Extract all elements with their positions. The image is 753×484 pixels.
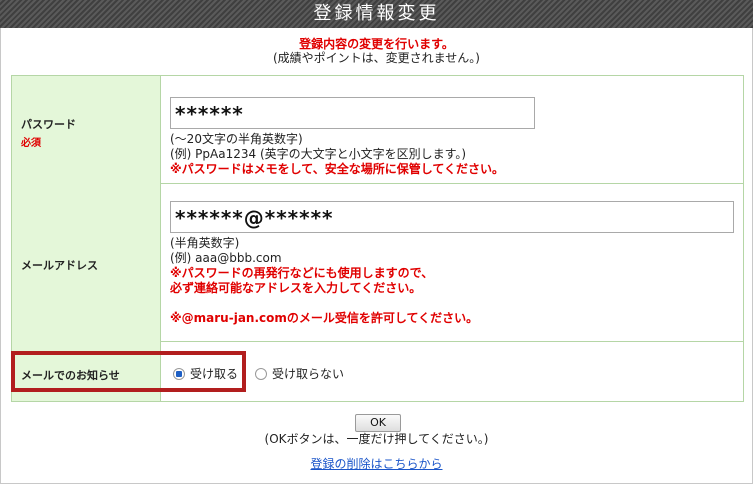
sub-notice-text: (成績やポイントは、変更されません。) xyxy=(272,51,480,65)
email-warning-domain: ※@maru-jan.comのメール受信を許可してください。 xyxy=(170,311,479,325)
ok-note: (OKボタンは、一度だけ押してください。) xyxy=(264,432,489,446)
delete-registration-link-wrap: 登録の削除はこちらから xyxy=(0,455,753,472)
email-label: メールアドレス xyxy=(21,259,98,272)
password-input[interactable]: ****** xyxy=(170,97,535,129)
radio-not-receive-label[interactable]: 受け取らない xyxy=(272,367,344,381)
password-note-example: (例) PpAa1234 (英字の大文字と小文字を区別します。) xyxy=(170,147,467,161)
password-warning: ※パスワードはメモをして、安全な場所に保管してください。 xyxy=(170,162,504,176)
radio-not-receive[interactable] xyxy=(255,368,267,380)
password-note-length: (〜20文字の半角英数字) xyxy=(170,132,303,146)
email-warning-contactable: 必ず連絡可能なアドレスを入力してください。 xyxy=(170,281,422,295)
email-input[interactable]: ******@****** xyxy=(170,201,734,233)
highlight-box xyxy=(11,351,246,392)
password-row: パスワード 必須 ****** (〜20文字の半角英数字) (例) PpAa12… xyxy=(12,76,743,184)
email-note-format: (半角英数字) xyxy=(170,236,240,250)
delete-registration-link[interactable]: 登録の削除はこちらから xyxy=(310,457,442,471)
notice-text: 登録内容の変更を行います。 xyxy=(299,37,454,51)
page-title: 登録情報変更 xyxy=(0,0,753,28)
password-label: パスワード xyxy=(21,118,76,131)
email-label-cell: メールアドレス xyxy=(12,183,161,341)
required-badge: 必須 xyxy=(21,138,41,149)
email-warning-reissue: ※パスワードの再発行などにも使用しますので、 xyxy=(170,266,434,280)
password-label-cell: パスワード 必須 xyxy=(12,76,161,183)
email-note-example: (例) aaa@bbb.com xyxy=(170,251,282,265)
email-row: メールアドレス ******@****** (半角英数字) (例) aaa@bb… xyxy=(12,183,743,342)
